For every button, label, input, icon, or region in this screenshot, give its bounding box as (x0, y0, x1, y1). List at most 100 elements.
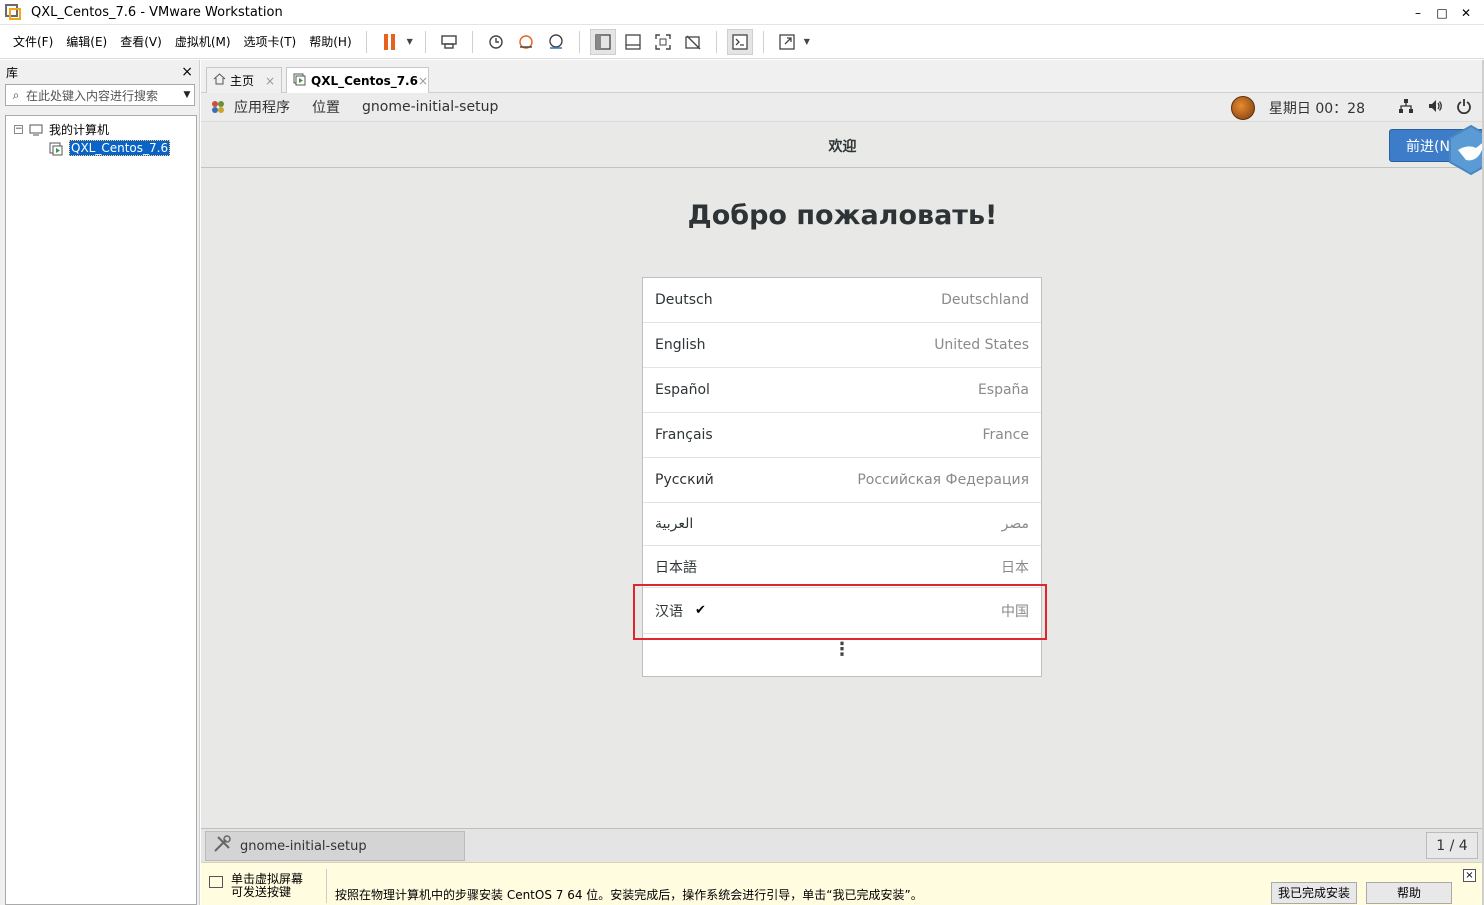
title-bar: QXL_Centos_7.6 - VMware Workstation – □ … (0, 0, 1484, 25)
library-tree: − 我的计算机 QXL_Centos_7.6 (5, 115, 197, 905)
setup-header-bar: 欢迎 前进(N) (201, 122, 1484, 168)
stretch-view-icon[interactable] (774, 29, 800, 55)
setup-tools-icon (212, 834, 234, 858)
menu-vm[interactable]: 虚拟机(M) (169, 33, 237, 50)
pause-icon[interactable] (377, 29, 403, 55)
library-search-placeholder: 在此处键入内容进行搜索 (26, 88, 159, 103)
menu-tabs[interactable]: 选项卡(T) (238, 33, 303, 50)
snapshot-manager-icon[interactable] (543, 29, 569, 55)
power-dropdown-icon[interactable]: ▼ (407, 37, 413, 46)
library-title: 库 (6, 65, 19, 80)
language-region: France (982, 427, 1029, 443)
language-name: Deutsch (655, 292, 713, 308)
toolbar-separator (471, 30, 473, 53)
hint-separator (326, 869, 327, 903)
search-icon: ⌕ (12, 87, 20, 102)
language-row[interactable]: English United States (643, 323, 1041, 368)
tab-strip: 主页 × QXL_Centos_7.6 × (201, 60, 1484, 94)
tab-home-close-icon[interactable]: × (265, 74, 275, 88)
send-ctrl-alt-del-icon[interactable] (436, 29, 462, 55)
minimize-button[interactable]: – (1406, 6, 1430, 20)
tab-vm-label: QXL_Centos_7.6 (311, 74, 418, 88)
unity-icon[interactable] (680, 29, 706, 55)
language-row[interactable]: Deutsch Deutschland (643, 278, 1041, 323)
language-region: Deutschland (941, 292, 1029, 308)
computer-icon (29, 124, 43, 136)
stretch-dropdown-icon[interactable]: ▼ (804, 37, 810, 46)
gnome-current-app[interactable]: gnome-initial-setup (362, 99, 498, 115)
language-region: United States (934, 337, 1029, 353)
language-region: Российская Федерация (857, 472, 1029, 488)
toolbar-separator (762, 30, 764, 53)
language-region: مصر (1001, 516, 1029, 532)
taskbar-window-label: gnome-initial-setup (240, 838, 367, 854)
gnome-applications-menu[interactable]: 应用程序 (234, 97, 290, 117)
menu-view[interactable]: 查看(V) (114, 33, 168, 50)
language-row[interactable]: 日本語 日本 (643, 546, 1041, 588)
home-icon (213, 73, 226, 88)
language-name: 日本語 (655, 559, 697, 576)
vmware-logo-icon (5, 4, 21, 20)
vmware-tools-badge-icon (1446, 124, 1484, 176)
language-row[interactable]: العربية مصر (643, 503, 1041, 546)
toolbar-separator (365, 30, 367, 53)
hint-text: 按照在物理计算机中的步骤安装 CentOS 7 64 位。安装完成后，操作系统会… (335, 888, 923, 902)
tab-home[interactable]: 主页 × (206, 67, 282, 93)
tree-node-my-computer[interactable]: − 我的计算机 (14, 121, 109, 138)
tab-vm-close-icon[interactable]: × (418, 74, 428, 88)
language-row[interactable]: Français France (643, 413, 1041, 458)
language-region: España (977, 382, 1029, 398)
power-icon[interactable] (1456, 98, 1472, 118)
search-dropdown-icon[interactable]: ▼ (180, 90, 194, 100)
gnome-clock[interactable]: 星期日 00：28 (1269, 98, 1365, 118)
vm-tab-icon (293, 73, 306, 89)
library-close-icon[interactable]: × (181, 64, 193, 80)
taskbar-window-item[interactable]: gnome-initial-setup (205, 831, 465, 861)
menu-edit[interactable]: 编辑(E) (60, 33, 113, 50)
volume-icon[interactable] (1427, 98, 1443, 118)
toolbar-separator (715, 30, 717, 53)
more-languages-icon[interactable]: ⋮ (643, 640, 1041, 660)
tab-vm[interactable]: QXL_Centos_7.6 × (286, 67, 429, 94)
language-region: 日本 (1001, 559, 1029, 576)
library-search-input[interactable]: ⌕ 在此处键入内容进行搜索 ▼ (5, 84, 195, 106)
menu-file[interactable]: 文件(F) (7, 33, 59, 50)
user-avatar[interactable] (1230, 95, 1255, 120)
collapse-icon[interactable]: − (14, 125, 23, 134)
tab-home-label: 主页 (230, 74, 255, 88)
gnome-places-menu[interactable]: 位置 (312, 97, 340, 117)
tree-node-vm[interactable]: QXL_Centos_7.6 (49, 140, 171, 156)
menu-toolbar: 文件(F) 编辑(E) 查看(V) 虚拟机(M) 选项卡(T) 帮助(H) ▼ … (0, 25, 1484, 59)
tree-label-vm: QXL_Centos_7.6 (69, 140, 171, 156)
revert-snapshot-icon[interactable] (513, 29, 539, 55)
language-row[interactable]: Русский Российская Федерация (643, 458, 1041, 503)
console-view-icon[interactable] (726, 28, 753, 55)
network-icon[interactable] (1398, 98, 1414, 118)
hint-click-line2: 可发送按键 (231, 885, 292, 899)
snapshot-icon[interactable] (483, 29, 509, 55)
show-library-icon[interactable] (589, 28, 616, 55)
close-window-button[interactable]: ✕ (1454, 6, 1478, 20)
full-screen-icon[interactable] (650, 29, 676, 55)
window-title: QXL_Centos_7.6 - VMware Workstation (31, 4, 283, 20)
setup-header-title: 欢迎 (828, 139, 857, 155)
workspace-pager[interactable]: 1 / 4 (1426, 832, 1478, 859)
hint-close-icon[interactable]: × (1463, 869, 1476, 882)
language-row[interactable]: Español España (643, 368, 1041, 413)
vm-icon (49, 142, 63, 156)
install-done-button[interactable]: 我已完成安装 (1271, 882, 1357, 904)
vm-console[interactable]: 应用程序 位置 gnome-initial-setup 星期日 00：28 欢迎… (201, 93, 1484, 828)
language-name: English (655, 337, 706, 353)
menu-help[interactable]: 帮助(H) (303, 33, 357, 50)
language-name: Français (655, 427, 713, 443)
help-button[interactable]: 帮助 (1366, 882, 1452, 904)
welcome-heading: Добро пожаловать! (687, 200, 998, 231)
language-name: Español (655, 382, 710, 398)
install-hint-bar: 单击虚拟屏幕 可发送按键 按照在物理计算机中的步骤安装 CentOS 7 64 … (201, 862, 1484, 905)
maximize-button[interactable]: □ (1430, 6, 1454, 20)
toolbar-separator (424, 30, 426, 53)
language-name: العربية (655, 516, 694, 532)
keyboard-icon (209, 876, 223, 888)
show-thumbnail-bar-icon[interactable] (620, 29, 646, 55)
guest-taskbar: gnome-initial-setup 1 / 4 (201, 828, 1484, 862)
